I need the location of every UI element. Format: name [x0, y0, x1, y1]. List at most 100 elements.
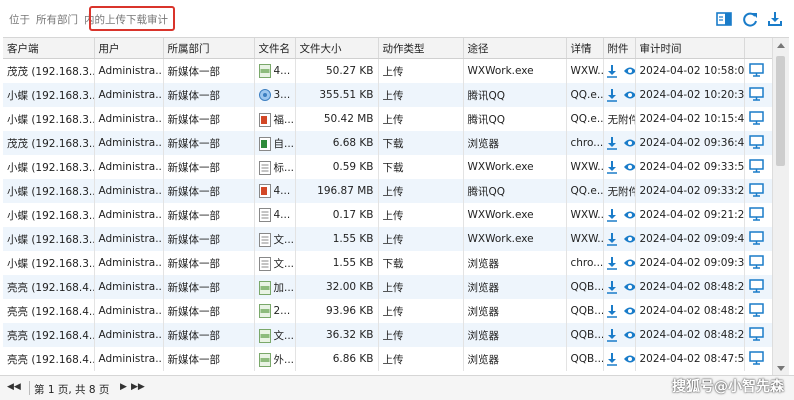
table-row[interactable]: 茂茂 (192.168.3... Administra... 新媒体一部 4... 50…	[3, 58, 789, 83]
monitor-icon[interactable]	[748, 350, 764, 365]
view-icon[interactable]	[623, 306, 636, 316]
monitor-icon[interactable]	[748, 86, 764, 101]
monitor-icon[interactable]	[748, 230, 764, 245]
cell-dept: 新媒体一部	[163, 155, 255, 179]
cell-time: 2024-04-02 09:09:47	[635, 227, 745, 251]
table-row[interactable]: 小蝶 (192.168.3... Administra... 新媒体一部 4... 19…	[3, 179, 789, 203]
cell-time: 2024-04-02 08:48:24	[635, 275, 745, 299]
cell-time: 2024-04-02 08:48:24	[635, 299, 745, 323]
monitor-icon[interactable]	[748, 302, 764, 317]
filename-text: 3...	[273, 89, 291, 101]
table-row[interactable]: 小蝶 (192.168.3... Administra... 新媒体一部 4... 0.…	[3, 203, 789, 227]
download-attachment-icon[interactable]	[606, 136, 618, 150]
monitor-icon[interactable]	[748, 110, 764, 125]
view-icon[interactable]	[623, 90, 636, 100]
view-icon[interactable]	[623, 282, 636, 292]
cell-time: 2024-04-02 10:20:31	[635, 83, 745, 107]
filename-text: 加...	[273, 281, 295, 294]
view-icon[interactable]	[623, 330, 636, 340]
table-row[interactable]: 亮亮 (192.168.4... Administra... 新媒体一部 加... 32…	[3, 275, 789, 299]
next-page-icon[interactable]: ▶	[120, 382, 127, 392]
cell-via: 浏览器	[463, 323, 567, 347]
download-attachment-icon[interactable]	[606, 352, 618, 366]
table-row[interactable]: 亮亮 (192.168.4... Administra... 新媒体一部 2... 93…	[3, 299, 789, 323]
column-header[interactable]: 附件	[603, 38, 636, 59]
table-row[interactable]: 亮亮 (192.168.4... Administra... 新媒体一部 外... 6.…	[3, 347, 789, 371]
download-attachment-icon[interactable]	[606, 64, 618, 78]
view-icon[interactable]	[623, 210, 636, 220]
scroll-thumb[interactable]	[776, 56, 785, 166]
cell-filename: 2...	[254, 299, 296, 323]
table-row[interactable]: 小蝶 (192.168.3... Administra... 新媒体一部 文... 1.…	[3, 227, 789, 251]
cell-dept: 新媒体一部	[163, 131, 255, 155]
view-icon[interactable]	[623, 258, 636, 268]
table-row[interactable]: 茂茂 (192.168.3... Administra... 新媒体一部 自... 6.…	[3, 131, 789, 155]
cell-user: Administra...	[94, 83, 164, 107]
monitor-icon[interactable]	[748, 182, 764, 197]
column-header[interactable]: 所属部门	[163, 38, 255, 59]
column-header[interactable]: 文件名	[254, 38, 296, 59]
view-icon[interactable]	[623, 138, 636, 148]
cell-time: 2024-04-02 09:36:42	[635, 131, 745, 155]
cell-detail: WXW...	[566, 155, 604, 179]
scroll-down-icon[interactable]	[777, 366, 785, 371]
file-type-icon	[258, 304, 274, 318]
vertical-scrollbar[interactable]	[772, 38, 789, 376]
monitor-icon[interactable]	[748, 206, 764, 221]
file-type-icon	[258, 89, 274, 101]
monitor-icon[interactable]	[748, 158, 764, 173]
breadcrumb-root[interactable]: 所有部门	[36, 14, 78, 26]
column-header[interactable]: 审计时间	[635, 38, 745, 59]
table-row[interactable]: 亮亮 (192.168.4... Administra... 新媒体一部 文... 36…	[3, 323, 789, 347]
cell-time: 2024-04-02 10:15:41	[635, 107, 745, 131]
cell-time: 2024-04-02 08:48:24	[635, 323, 745, 347]
column-header[interactable]: 详情	[566, 38, 604, 59]
download-attachment-icon[interactable]	[606, 160, 618, 174]
column-header[interactable]: 用户	[94, 38, 164, 59]
download-icon[interactable]	[767, 11, 783, 27]
column-header[interactable]: 动作类型	[378, 38, 464, 59]
download-attachment-icon[interactable]	[606, 232, 618, 246]
cell-action: 下载	[378, 131, 464, 155]
download-attachment-icon[interactable]	[606, 256, 618, 270]
file-type-icon	[258, 64, 274, 78]
view-icon[interactable]	[623, 354, 636, 364]
download-attachment-icon[interactable]	[606, 208, 618, 222]
view-icon[interactable]	[623, 66, 636, 76]
filename-text: 标...	[273, 161, 295, 174]
toolbar: 位于 所有部门 内的上传下载审计	[0, 0, 794, 37]
download-attachment-icon[interactable]	[606, 88, 618, 102]
cell-detail: QQB...	[566, 299, 604, 323]
cell-time: 2024-04-02 09:33:28	[635, 179, 745, 203]
monitor-icon[interactable]	[748, 134, 764, 149]
view-icon[interactable]	[623, 234, 636, 244]
table-row[interactable]: 小蝶 (192.168.3... Administra... 新媒体一部 3... 35…	[3, 83, 789, 107]
column-header[interactable]: 途径	[463, 38, 567, 59]
file-type-icon	[258, 160, 274, 175]
cell-client: 茂茂 (192.168.3...	[3, 58, 95, 83]
download-attachment-icon[interactable]	[606, 304, 618, 318]
cell-client: 小蝶 (192.168.3...	[3, 83, 95, 107]
table-row[interactable]: 小蝶 (192.168.3... Administra... 新媒体一部 标... 0.…	[3, 155, 789, 179]
view-icon[interactable]	[623, 162, 636, 172]
cell-user: Administra...	[94, 107, 164, 131]
cell-user: Administra...	[94, 58, 164, 83]
columns-icon[interactable]	[716, 11, 732, 27]
monitor-icon[interactable]	[748, 278, 764, 293]
first-page-icon[interactable]: ◀◀	[7, 382, 21, 392]
download-attachment-icon[interactable]	[606, 328, 618, 342]
last-page-icon[interactable]: ▶▶	[131, 382, 145, 392]
table-row[interactable]: 小蝶 (192.168.3... Administra... 新媒体一部 文... 1.…	[3, 251, 789, 275]
table-row[interactable]: 小蝶 (192.168.3... Administra... 新媒体一部 福... 50…	[3, 107, 789, 131]
monitor-icon[interactable]	[748, 326, 764, 341]
monitor-icon[interactable]	[748, 254, 764, 269]
scroll-up-icon[interactable]	[777, 43, 785, 48]
download-attachment-icon[interactable]	[606, 280, 618, 294]
file-type-icon	[258, 232, 274, 247]
refresh-icon[interactable]	[742, 11, 758, 27]
cell-detail: QQB...	[566, 275, 604, 299]
monitor-icon[interactable]	[748, 62, 764, 77]
cell-action: 上传	[378, 275, 464, 299]
column-header[interactable]: 文件大小	[295, 38, 379, 59]
column-header[interactable]: 客户端	[3, 38, 95, 59]
